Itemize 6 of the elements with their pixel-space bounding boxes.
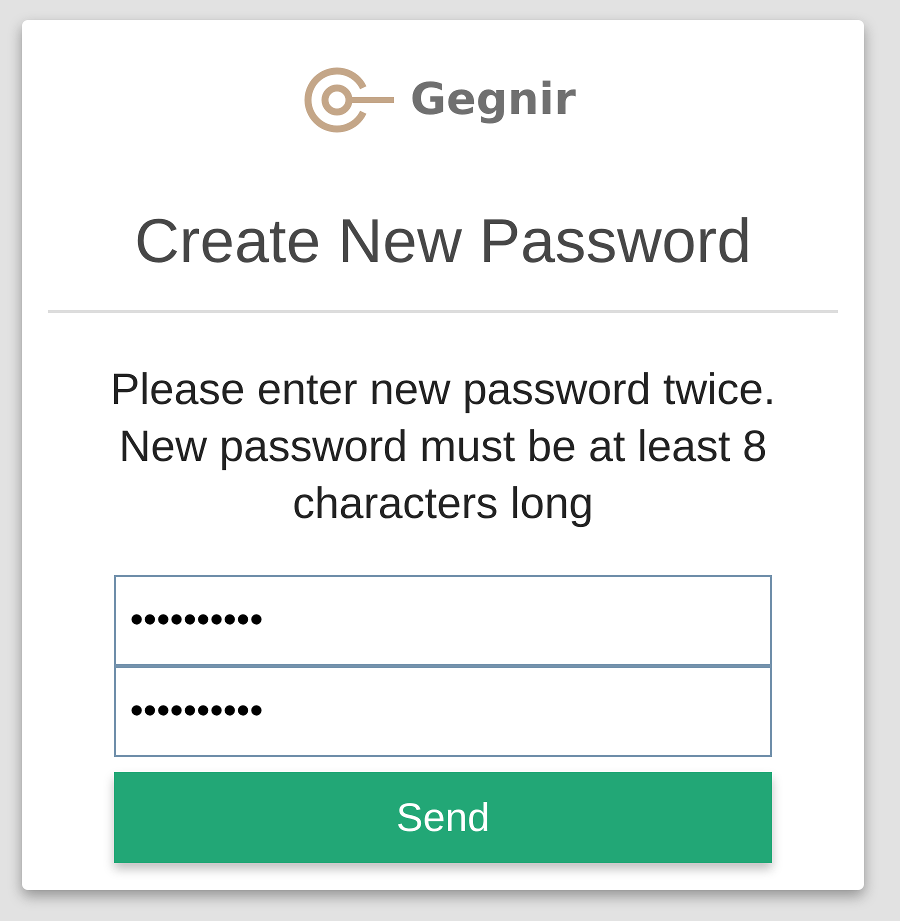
page-title: Create New Password xyxy=(134,206,752,278)
instructions-text: Please enter new password twice. New password must be at least 8 characters long xyxy=(109,364,777,530)
logo-rings-icon xyxy=(304,67,394,133)
logo-wordmark: Gegnir xyxy=(410,73,576,127)
password-field[interactable]: •••••••••• xyxy=(114,666,772,757)
password-field[interactable]: •••••••••• xyxy=(114,575,772,666)
